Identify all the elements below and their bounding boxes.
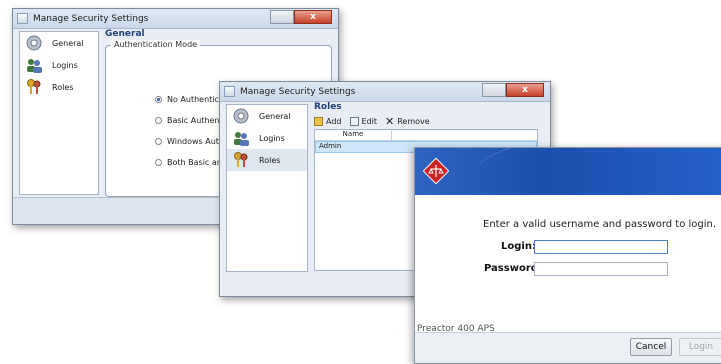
column-header-name[interactable]: Name	[315, 130, 392, 140]
window-title: Manage Security Settings	[33, 13, 149, 24]
remove-label: Remove	[397, 117, 430, 126]
gear-icon	[24, 34, 44, 52]
window-titlebar[interactable]: Manage Security Settings x	[220, 82, 550, 102]
panel-heading: Roles	[314, 102, 342, 112]
radio-dot	[155, 138, 162, 145]
login-dialog: Enter a valid username and password to l…	[414, 147, 721, 364]
remove-icon: ✕	[385, 115, 395, 128]
keys-icon	[231, 151, 251, 169]
minimize-button[interactable]	[270, 10, 294, 24]
settings-nav: General Logins Roles	[19, 31, 99, 195]
users-icon	[24, 56, 44, 74]
brand-logo-icon	[423, 158, 449, 184]
roles-toolbar: Add Edit ✕ Remove	[314, 115, 430, 128]
panel-heading: General	[105, 29, 145, 39]
window-titlebar[interactable]: Manage Security Settings x	[13, 9, 338, 29]
minimize-button[interactable]	[482, 83, 506, 97]
add-icon	[314, 117, 323, 126]
login-button[interactable]: Login	[679, 338, 721, 356]
add-label: Add	[326, 117, 342, 126]
radio-dot	[155, 117, 162, 124]
window-app-icon	[17, 13, 28, 24]
remove-button[interactable]: ✕ Remove	[385, 115, 430, 128]
window-app-icon	[224, 86, 235, 97]
nav-item-label: Logins	[52, 60, 78, 70]
nav-item-label: General	[52, 38, 84, 48]
edit-button[interactable]: Edit	[349, 117, 378, 126]
close-button[interactable]: x	[294, 10, 332, 24]
nav-item-label: Logins	[259, 133, 285, 143]
login-footer: Cancel Login	[415, 332, 721, 363]
nav-item-general[interactable]: General	[227, 105, 307, 127]
nav-item-logins[interactable]: Logins	[20, 54, 98, 76]
settings-nav: General Logins Roles	[226, 104, 308, 272]
close-button[interactable]: x	[506, 83, 544, 97]
login-input[interactable]	[534, 240, 668, 254]
login-prompt: Enter a valid username and password to l…	[483, 219, 717, 230]
keys-icon	[24, 78, 44, 96]
nav-item-general[interactable]: General	[20, 32, 98, 54]
add-button[interactable]: Add	[314, 117, 342, 126]
nav-item-label: Roles	[259, 155, 281, 165]
nav-item-roles[interactable]: Roles	[227, 149, 307, 171]
header-decoration	[475, 148, 721, 195]
login-label: Login:	[501, 241, 536, 252]
nav-item-logins[interactable]: Logins	[227, 127, 307, 149]
nav-item-roles[interactable]: Roles	[20, 76, 98, 98]
users-icon	[231, 129, 251, 147]
edit-icon	[349, 117, 359, 126]
row-cell-name: Admin	[319, 142, 342, 150]
gear-icon	[231, 107, 251, 125]
edit-label: Edit	[361, 117, 378, 126]
login-header	[415, 148, 721, 195]
radio-dot	[155, 159, 162, 166]
table-header: Name	[315, 130, 537, 141]
window-title: Manage Security Settings	[240, 86, 356, 97]
nav-item-label: General	[259, 111, 291, 121]
nav-item-label: Roles	[52, 82, 74, 92]
group-title: Authentication Mode	[111, 40, 201, 49]
radio-dot	[155, 96, 162, 103]
cancel-button[interactable]: Cancel	[630, 338, 672, 356]
password-input[interactable]	[534, 262, 668, 276]
